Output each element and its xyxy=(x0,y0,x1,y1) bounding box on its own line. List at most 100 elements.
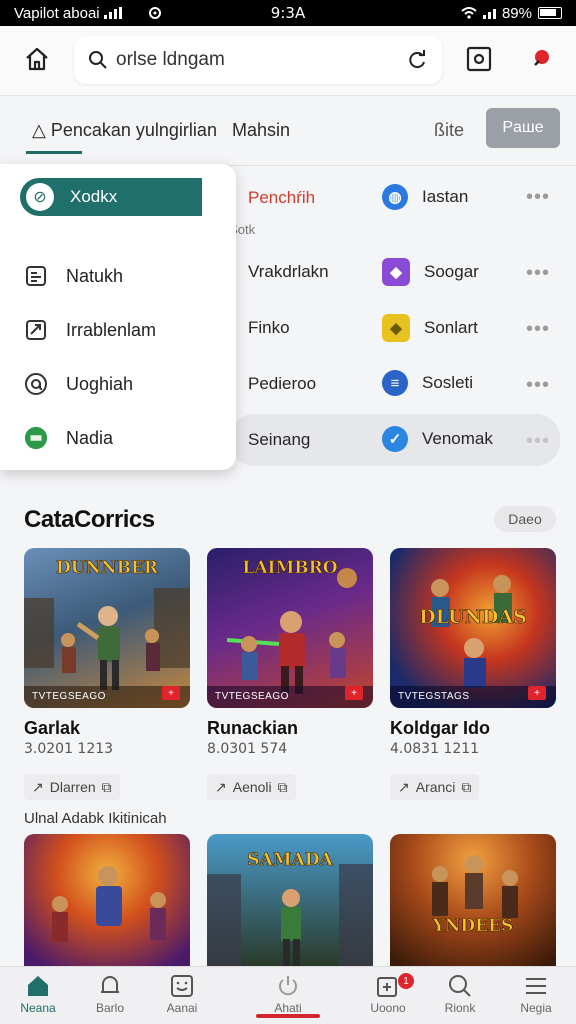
dropdown-item-0[interactable]: Natukh xyxy=(24,264,123,288)
nav-notifications[interactable]: Barlo xyxy=(74,973,146,1015)
dropdown-item-1[interactable]: Irrablenlam xyxy=(24,318,156,342)
card-chip[interactable]: ↗ Dlarren ⧉ xyxy=(24,774,120,800)
category-card-2[interactable]: DLUNDAS TVTEGSTAGS + Koldgar Ido 4.0831 … xyxy=(390,548,556,800)
dropdown-selected-label: Xodkx xyxy=(70,187,118,206)
app-item-right-3[interactable]: ≡ Sosleti xyxy=(382,370,473,396)
carrier: Vapilot aboai xyxy=(14,5,162,22)
triangle-icon: △ xyxy=(32,120,51,140)
power-icon xyxy=(279,976,297,996)
section-label: Ulnal Adabk Ikitinicah xyxy=(24,810,167,827)
search-icon xyxy=(89,51,107,69)
app-item-right-4[interactable]: ✓ Venomak xyxy=(382,426,493,452)
home-button[interactable] xyxy=(20,42,54,76)
app-item-right-1[interactable]: ◆ Soogar xyxy=(382,258,479,286)
card-image: DLUNDAS TVTEGSTAGS + xyxy=(390,548,556,708)
card-image: YNDEES xyxy=(390,834,556,966)
card-chip-label: Aranci xyxy=(415,779,456,795)
trend-icon xyxy=(24,318,48,342)
app-icon: ◆ xyxy=(382,258,410,286)
more-dots-icon[interactable]: ••• xyxy=(526,186,550,209)
card-subtitle: 4.0831 1211 xyxy=(390,741,480,757)
tab-secondary[interactable]: Mahsin xyxy=(232,120,290,141)
categories-title: CataCorrics xyxy=(24,506,155,533)
card-title: Garlak xyxy=(24,718,81,738)
more-dots-icon[interactable]: ••• xyxy=(526,318,550,341)
app-label: Penchŕih xyxy=(248,188,316,207)
tab-primary[interactable]: △ Pencakan yulngirlian xyxy=(32,120,217,141)
tab-tertiary[interactable]: ßite xyxy=(434,120,464,141)
hero-illustration xyxy=(390,575,556,708)
more-dots-icon[interactable]: ••• xyxy=(526,430,550,453)
dropdown-menu: ⊘ Xodkx Natukh Irrablenlam Uoghiah Nadia xyxy=(0,164,236,470)
card-image-title: LAIMBRO xyxy=(242,558,338,579)
top-bar xyxy=(0,26,576,96)
app-label: Soogar xyxy=(424,262,479,281)
card-title: Koldgar Ido xyxy=(390,718,490,738)
card-badge-icon: + xyxy=(528,686,546,700)
dropdown-item-label: Irrablenlam xyxy=(66,319,157,340)
card-image: SAMADA xyxy=(207,834,373,966)
search-bar[interactable] xyxy=(74,36,442,84)
tab-tertiary-label: ite xyxy=(445,120,465,140)
nav-power[interactable]: Ahati xyxy=(252,973,324,1015)
search-icon xyxy=(449,975,471,997)
app-item-right-2[interactable]: ◆ Sonlart xyxy=(382,314,478,342)
refresh-icon[interactable] xyxy=(406,49,428,71)
active-tab-indicator xyxy=(26,151,82,154)
category-card-5[interactable]: YNDEES xyxy=(390,834,556,966)
categories-more-button[interactable]: Daeo xyxy=(494,506,556,532)
dropdown-selected-item[interactable]: ⊘ Xodkx xyxy=(20,178,202,216)
card-image-tag: TVTEGSEAGO xyxy=(32,691,106,702)
face-icon xyxy=(171,975,193,997)
card-image-title: YNDEES xyxy=(432,916,514,937)
category-card-3[interactable] xyxy=(24,834,190,966)
app-label: Venomak xyxy=(422,429,493,448)
nav-label: Aanai xyxy=(166,1001,198,1015)
card-chip[interactable]: ↗ Aranci ⧉ xyxy=(390,774,480,800)
card-subtitle: 3.0201 1213 xyxy=(24,741,114,757)
card-image-tag: TVTEGSTAGS xyxy=(398,691,470,702)
copy-icon: ⧉ xyxy=(277,778,288,795)
dropdown-item-3[interactable]: Nadia xyxy=(24,426,113,450)
nav-label: Rionk xyxy=(444,1001,476,1015)
battery-icon xyxy=(538,7,562,19)
more-dots-icon[interactable]: ••• xyxy=(526,262,550,285)
alarm-icon xyxy=(148,7,161,19)
search-input[interactable] xyxy=(116,49,406,71)
app-item-right-0[interactable]: ◍ Iastan xyxy=(382,184,468,210)
signal-icon xyxy=(103,7,122,19)
category-card-4[interactable]: SAMADA xyxy=(207,834,373,966)
app-label: Vrakdrlakn xyxy=(248,262,329,281)
copy-icon: ⧉ xyxy=(461,778,472,795)
app-icon: ✓ xyxy=(382,426,408,452)
camera-square-icon xyxy=(466,46,492,72)
card-badge-icon: + xyxy=(162,686,180,700)
profile-button[interactable] xyxy=(526,44,556,74)
card-image-title: DLUNDAS xyxy=(419,606,527,629)
app-label: Sonlart xyxy=(424,318,478,337)
clock: 9:3A xyxy=(270,4,306,22)
nav-menu[interactable]: Negia xyxy=(500,973,572,1015)
tab-action-button[interactable]: Paше xyxy=(486,108,560,148)
at-icon xyxy=(24,372,48,396)
battery-percent: 89% xyxy=(501,4,532,22)
nav-home[interactable]: Neana xyxy=(2,973,74,1015)
home-indicator[interactable] xyxy=(256,1014,320,1018)
nav-faces[interactable]: Aanai xyxy=(146,973,218,1015)
dropdown-item-2[interactable]: Uoghiah xyxy=(24,372,133,396)
card-image xyxy=(24,834,190,966)
pin-icon xyxy=(534,50,549,66)
card-chip[interactable]: ↗ Aenoli ⧉ xyxy=(207,774,296,800)
hero-illustration xyxy=(52,866,166,942)
category-card-1[interactable]: LAIMBRO TVTEGSEAGO + Runackian 8.0301 57… xyxy=(207,548,373,800)
more-dots-icon[interactable]: ••• xyxy=(526,374,550,397)
scan-button[interactable] xyxy=(464,44,494,74)
nav-search[interactable]: Rionk xyxy=(424,973,496,1015)
card-image-title: DUNNBER xyxy=(55,558,159,579)
card-title: Runackian xyxy=(207,718,299,738)
cell-signal-icon xyxy=(482,7,496,19)
category-card-0[interactable]: DUNNBER TVTEGSEAGO + Garlak 3.0201 1213 … xyxy=(24,548,190,800)
app-label: Iastan xyxy=(422,187,469,206)
status-bar: Vapilot aboai 9:3A 89% xyxy=(0,0,576,26)
home-icon xyxy=(28,976,48,996)
